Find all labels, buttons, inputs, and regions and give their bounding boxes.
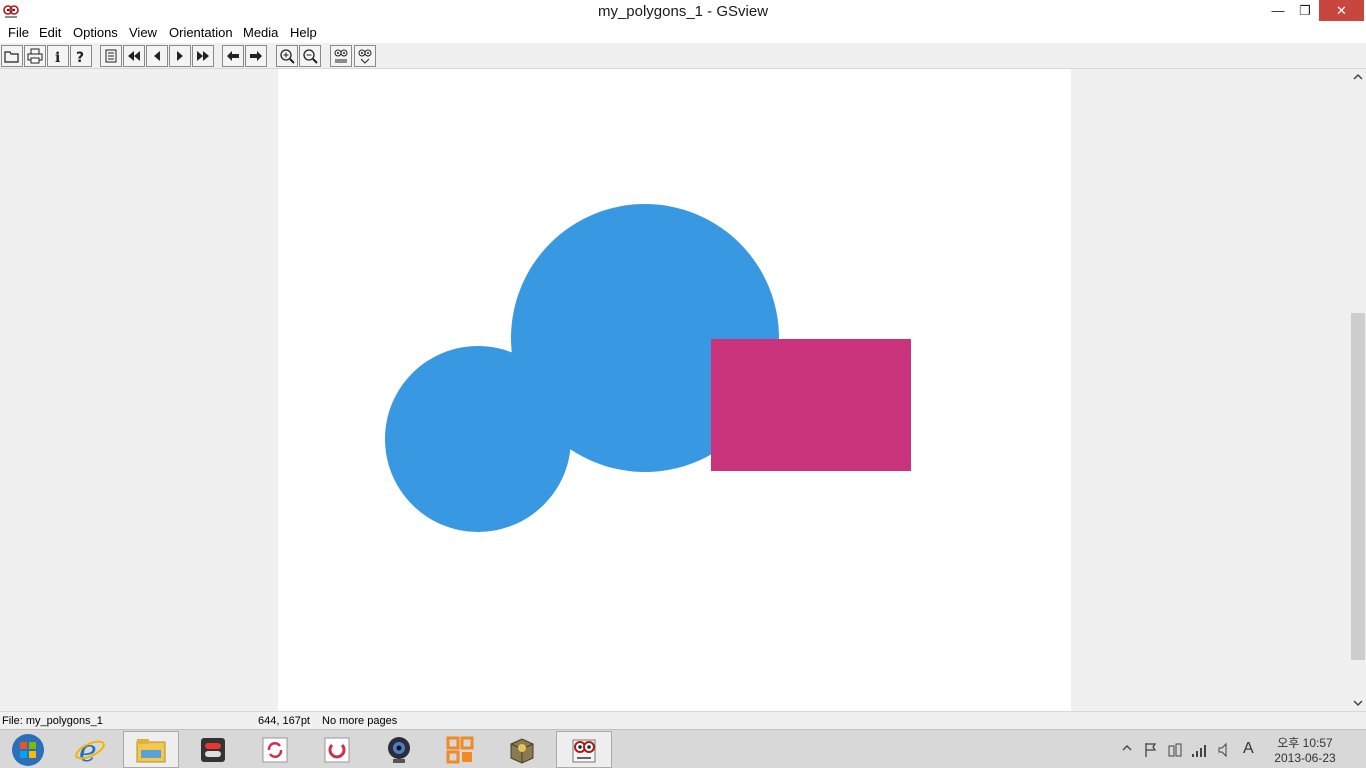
first-page-button[interactable] [123, 45, 145, 67]
zoom-in-button[interactable] [276, 45, 298, 67]
sync-icon [262, 737, 288, 762]
last-page-icon [197, 51, 209, 61]
small-blue-circle [385, 346, 571, 532]
back-icon [227, 51, 239, 61]
taskbar-restart-app[interactable] [309, 731, 365, 768]
help-icon: ? [76, 50, 84, 64]
taskbar-file-explorer[interactable] [123, 731, 179, 768]
taskbar-gsview[interactable] [556, 731, 612, 768]
menu-view[interactable]: View [129, 25, 157, 40]
help-button[interactable]: ? [70, 45, 92, 67]
magenta-rectangle [711, 339, 911, 471]
input-method-indicator[interactable]: A [1243, 740, 1254, 758]
previous-page-icon [154, 51, 160, 61]
print-button[interactable] [24, 45, 46, 67]
restore-button[interactable]: ❐ [1292, 0, 1318, 21]
minimize-button[interactable]: — [1265, 0, 1291, 21]
menu-help[interactable]: Help [290, 25, 317, 40]
find-next-icon [358, 49, 372, 64]
chevron-up-icon [1353, 73, 1363, 80]
svg-text:i: i [55, 50, 60, 64]
close-button[interactable]: ✕ [1319, 0, 1364, 21]
gsview-icon [572, 739, 596, 762]
goto-page-button[interactable] [100, 45, 122, 67]
toolbar: i ? [0, 43, 1366, 69]
zoom-out-button[interactable] [299, 45, 321, 67]
clock-date[interactable]: 2013-06-23 [1270, 751, 1340, 765]
last-page-button[interactable] [192, 45, 214, 67]
page-canvas [385, 204, 911, 532]
print-icon [27, 48, 43, 64]
next-page-button[interactable] [169, 45, 191, 67]
menu-orientation[interactable]: Orientation [169, 25, 233, 40]
clock-time[interactable]: 오후 10:57 [1270, 734, 1340, 751]
power-icon[interactable] [1167, 742, 1183, 761]
info-button[interactable]: i [47, 45, 69, 67]
menu-options[interactable]: Options [73, 25, 118, 40]
chevron-down-icon [1353, 700, 1363, 707]
next-page-icon [177, 51, 183, 61]
taskbar-toggle-app[interactable] [185, 731, 241, 768]
goto-page-icon [105, 49, 117, 63]
scroll-down-button[interactable] [1350, 694, 1366, 711]
status-pages: No more pages [322, 715, 398, 727]
webcam-icon [388, 736, 410, 763]
internet-explorer-icon: e [75, 734, 105, 766]
find-next-button[interactable] [354, 45, 376, 67]
svg-text:?: ? [76, 50, 84, 64]
restore-icon: ❐ [1299, 2, 1311, 18]
menu-file[interactable]: File [8, 25, 29, 40]
first-page-icon [128, 51, 140, 61]
taskbar-internet-explorer[interactable]: e [62, 731, 118, 768]
vertical-scrollbar[interactable] [1350, 69, 1366, 711]
document-view[interactable] [0, 69, 1350, 711]
forward-icon [250, 51, 262, 61]
action-center-flag-icon[interactable] [1143, 742, 1159, 761]
volume-icon[interactable] [1217, 742, 1231, 761]
previous-page-button[interactable] [146, 45, 168, 67]
scroll-up-button[interactable] [1350, 69, 1366, 86]
document-page [278, 69, 1071, 711]
open-button[interactable] [1, 45, 23, 67]
status-bar: File: my_polygons_1 644, 167pt No more p… [0, 711, 1366, 729]
find-text-button[interactable] [330, 45, 352, 67]
info-icon: i [55, 50, 60, 64]
title-bar: my_polygons_1 - GSview — ❐ ✕ [0, 0, 1366, 23]
taskbar-office-app[interactable] [432, 731, 488, 768]
open-icon [4, 51, 19, 63]
zoom-in-icon [280, 49, 295, 64]
show-hidden-icons-icon[interactable] [1122, 742, 1132, 756]
restart-icon [324, 737, 350, 762]
menu-bar: File Edit Options View Orientation Media… [0, 23, 1366, 43]
status-file: File: my_polygons_1 [2, 715, 103, 727]
close-icon: ✕ [1336, 2, 1347, 18]
network-icon[interactable] [1191, 742, 1209, 761]
taskbar-webcam-app[interactable] [371, 731, 427, 768]
windows-start-icon [12, 733, 44, 766]
status-coords: 644, 167pt [258, 715, 310, 727]
find-text-icon [334, 49, 348, 63]
scroll-thumb[interactable] [1351, 313, 1365, 660]
zoom-out-icon [303, 49, 318, 64]
start-button[interactable] [0, 731, 56, 768]
taskbar-sync-app[interactable] [247, 731, 303, 768]
back-button[interactable] [222, 45, 244, 67]
window-title: my_polygons_1 - GSview [597, 3, 769, 20]
settings-toggle-icon [201, 737, 225, 762]
menu-media[interactable]: Media [243, 25, 278, 40]
forward-button[interactable] [245, 45, 267, 67]
menu-edit[interactable]: Edit [39, 25, 61, 40]
taskbar-package-app[interactable] [494, 731, 550, 768]
svg-text:e: e [79, 734, 97, 766]
taskbar: e A 오후 10:57 2013-06-23 [0, 729, 1366, 768]
file-explorer-icon [136, 738, 166, 762]
minimize-icon: — [1271, 3, 1285, 18]
office-icon [446, 736, 474, 763]
package-icon [510, 737, 534, 764]
